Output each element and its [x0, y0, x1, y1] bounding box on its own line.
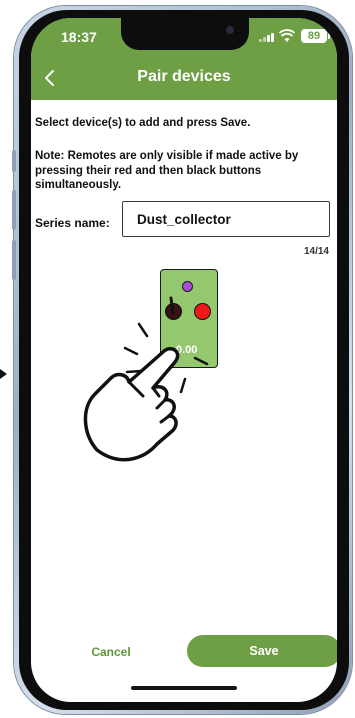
camera-icon	[226, 26, 234, 34]
cancel-button[interactable]: Cancel	[71, 640, 151, 662]
header-bar: 18:37 89 Pair devices	[31, 18, 337, 100]
character-counter: 14/14	[303, 246, 329, 257]
phone-side-button	[12, 240, 16, 280]
series-name-input[interactable]	[122, 201, 330, 237]
phone-side-button	[12, 150, 16, 172]
page-title: Pair devices	[137, 68, 231, 85]
signal-icon	[259, 32, 275, 42]
notch	[121, 18, 249, 50]
save-button[interactable]: Save	[187, 635, 337, 667]
arrow-pointer-icon	[0, 369, 7, 379]
battery-icon: 89	[301, 29, 327, 43]
hand-pointer-icon	[83, 296, 209, 462]
app-screen: 18:37 89 Pair devices Select device(s) t…	[31, 18, 337, 702]
series-name-label: Series name:	[35, 216, 110, 230]
instruction-text: Select device(s) to add and press Save.	[35, 117, 251, 129]
phone-side-button	[12, 190, 16, 230]
status-time: 18:37	[61, 29, 97, 45]
home-indicator	[131, 686, 237, 690]
wifi-icon	[279, 29, 295, 42]
battery-tip	[328, 33, 330, 39]
note-text: Note: Remotes are only visible if made a…	[35, 150, 299, 191]
